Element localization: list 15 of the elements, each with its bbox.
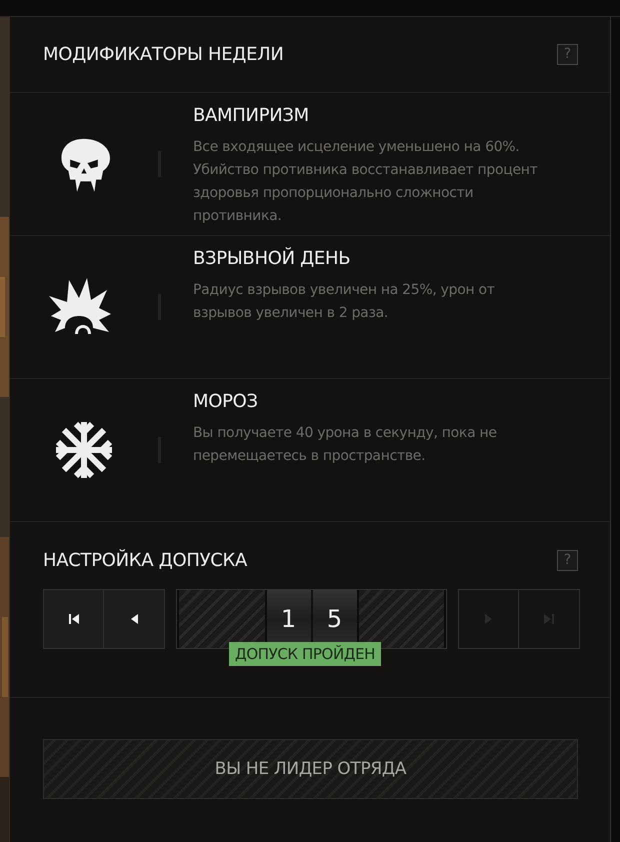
nav-button[interactable] bbox=[104, 590, 164, 648]
modifier-description: Радиус взрывов увеличен на 25%, урон от взрывов увеличен в 2 раза. bbox=[193, 281, 496, 323]
modifier-description: Все входящее исцеление уменьшено на 60%. Убийство противника восстанавливает процент здоровья пропорционально сложности противника. bbox=[193, 138, 539, 226]
help-button[interactable]: ? bbox=[557, 44, 578, 65]
skip-back-icon bbox=[68, 613, 80, 625]
section-title: НАСТРОЙКА ДОПУСКА bbox=[43, 550, 248, 571]
status-badge: ДОПУСК ПРОЙДЕН bbox=[229, 642, 382, 666]
nav-button[interactable] bbox=[44, 590, 104, 648]
modifier-title: МОРОЗ bbox=[193, 391, 259, 412]
modifier-title: ВЗРЫВНОЙ ДЕНЬ bbox=[193, 248, 352, 269]
help-button[interactable]: ? bbox=[557, 550, 578, 571]
modifier-title: ВАМПИРИЗМ bbox=[193, 105, 310, 126]
snowflake-icon bbox=[54, 420, 114, 480]
section-title: МОДИФИКАТОРЫ НЕДЕЛИ bbox=[43, 44, 284, 65]
modifier-description: Вы получаете 40 урона в секунду, пока не перемещаетесь в пространстве. bbox=[193, 424, 498, 466]
